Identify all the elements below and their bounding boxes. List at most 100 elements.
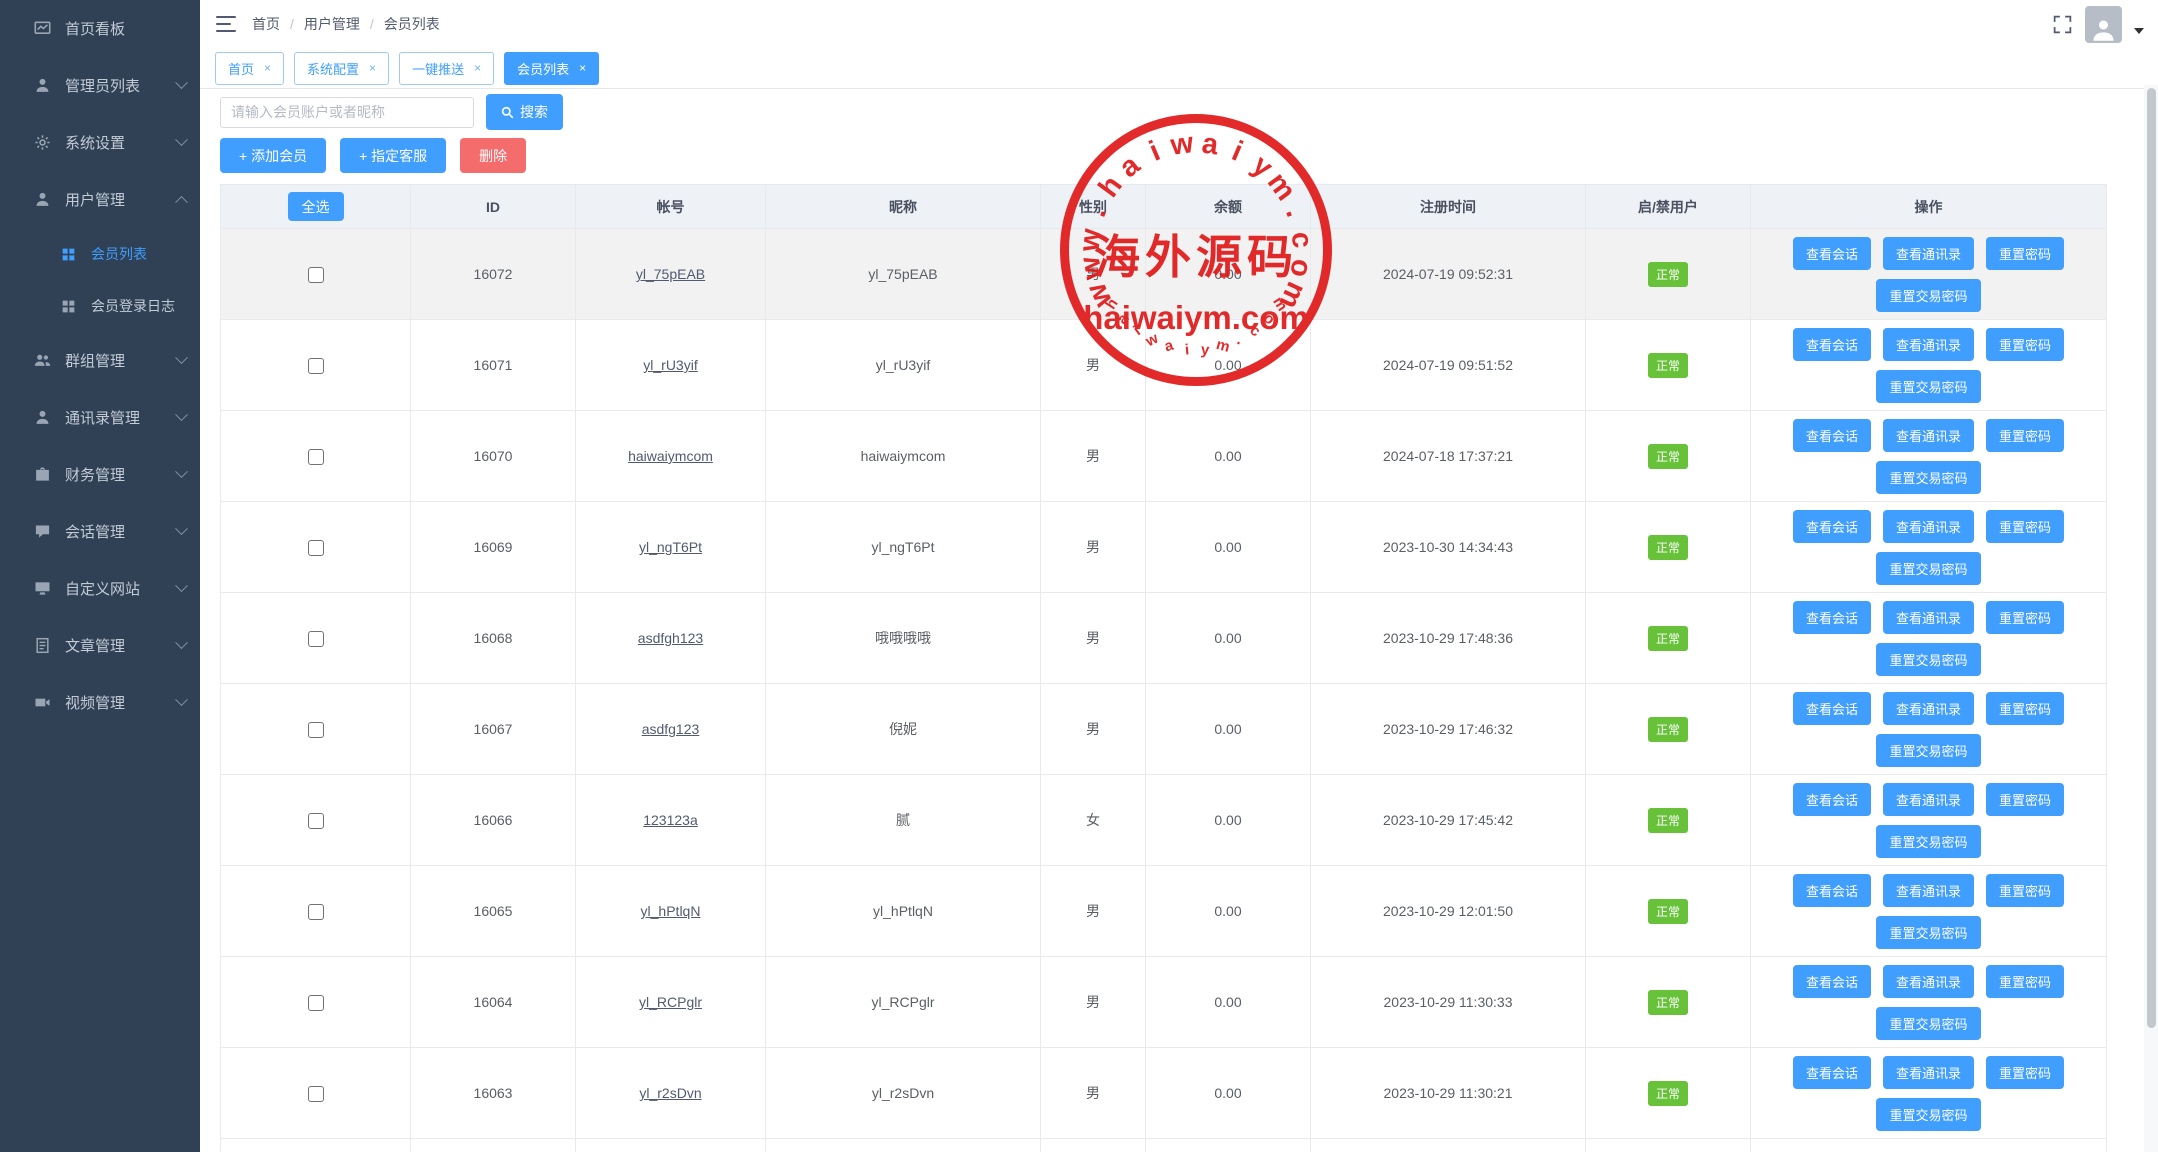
member-row: 16064yl_RCPglryl_RCPglr男0.002023-10-29 1… [221,957,2107,1048]
sidebar-item[interactable]: 视频管理 [0,674,200,731]
sidebar-item[interactable]: 财务管理 [0,446,200,503]
tab-member-list[interactable]: 会员列表× [504,52,599,85]
row-checkbox[interactable] [308,1086,324,1102]
row-checkbox[interactable] [308,722,324,738]
view-session-button[interactable]: 查看会话 [1793,874,1871,907]
view-contacts-button[interactable]: 查看通讯录 [1883,874,1974,907]
reset-trade-password-button[interactable]: 重置交易密码 [1876,734,1980,767]
row-checkbox[interactable] [308,904,324,920]
tab-one-key-push[interactable]: 一键推送× [399,52,494,85]
reset-password-button[interactable]: 重置密码 [1986,1056,2064,1089]
sidebar-item[interactable]: 管理员列表 [0,57,200,114]
reset-password-button[interactable]: 重置密码 [1986,874,2064,907]
account-link[interactable]: yl_75pEAB [636,266,705,282]
reset-password-button[interactable]: 重置密码 [1986,783,2064,816]
user-avatar[interactable] [2085,6,2122,43]
reset-trade-password-button[interactable]: 重置交易密码 [1876,916,1980,949]
account-link[interactable]: yl_hPtlqN [641,903,701,919]
view-session-button[interactable]: 查看会话 [1793,965,1871,998]
row-checkbox[interactable] [308,540,324,556]
reset-password-button[interactable]: 重置密码 [1986,510,2064,543]
sidebar-subitem[interactable]: 会员列表 [0,228,200,280]
view-session-button[interactable]: 查看会话 [1793,510,1871,543]
reset-password-button[interactable]: 重置密码 [1986,692,2064,725]
add-member-button[interactable]: + 添加会员 [220,138,326,173]
breadcrumb-user-management[interactable]: 用户管理 [304,14,360,34]
view-session-button[interactable]: 查看会话 [1793,237,1871,270]
account-link[interactable]: 123123a [643,812,698,828]
reset-password-button[interactable]: 重置密码 [1986,965,2064,998]
breadcrumb-member-list[interactable]: 会员列表 [384,14,440,34]
reset-trade-password-button[interactable]: 重置交易密码 [1876,643,1980,676]
assign-service-button[interactable]: + 指定客服 [340,138,446,173]
row-checkbox[interactable] [308,631,324,647]
member-gender: 男 [1041,593,1146,684]
sidebar-item[interactable]: 通讯录管理 [0,389,200,446]
reset-trade-password-button[interactable]: 重置交易密码 [1876,552,1980,585]
view-session-button[interactable]: 查看会话 [1793,601,1871,634]
row-checkbox[interactable] [308,995,324,1011]
tab-system-config[interactable]: 系统配置× [294,52,389,85]
view-contacts-button[interactable]: 查看通讯录 [1883,510,1974,543]
sidebar-item[interactable]: 群组管理 [0,332,200,389]
sidebar-item-label: 通讯录管理 [65,407,140,428]
sidebar-subitem[interactable]: 会员登录日志 [0,280,200,332]
account-link[interactable]: yl_ngT6Pt [639,539,702,555]
reset-trade-password-button[interactable]: 重置交易密码 [1876,461,1980,494]
view-contacts-button[interactable]: 查看通讯录 [1883,419,1974,452]
account-link[interactable]: asdfgh123 [638,630,703,646]
view-contacts-button[interactable]: 查看通讯录 [1883,965,1974,998]
view-session-button[interactable]: 查看会话 [1793,692,1871,725]
sidebar-item[interactable]: 会话管理 [0,503,200,560]
reset-trade-password-button[interactable]: 重置交易密码 [1876,279,1980,312]
sidebar-item[interactable]: 系统设置 [0,114,200,171]
hamburger-menu-icon[interactable] [216,16,236,32]
member-nickname: yl_RCPglr [766,957,1041,1048]
reset-trade-password-button[interactable]: 重置交易密码 [1876,1007,1980,1040]
row-checkbox[interactable] [308,267,324,283]
sidebar-item[interactable]: 文章管理 [0,617,200,674]
account-link[interactable]: haiwaiymcom [628,448,713,464]
sidebar-item[interactable]: 用户管理 [0,171,200,228]
row-checkbox[interactable] [308,813,324,829]
reset-password-button[interactable]: 重置密码 [1986,237,2064,270]
sidebar-item[interactable]: 首页看板 [0,0,200,57]
search-button[interactable]: 搜索 [486,94,563,130]
reset-trade-password-button[interactable]: 重置交易密码 [1876,370,1980,403]
view-session-button[interactable]: 查看会话 [1793,1056,1871,1089]
reset-password-button[interactable]: 重置密码 [1986,419,2064,452]
view-session-button[interactable]: 查看会话 [1793,419,1871,452]
tab-close-icon[interactable]: × [474,62,481,74]
breadcrumb-home[interactable]: 首页 [252,14,280,34]
tab-home[interactable]: 首页× [215,52,284,85]
sidebar-item[interactable]: 自定义网站 [0,560,200,617]
account-link[interactable]: asdfg123 [642,721,700,737]
reset-trade-password-button[interactable]: 重置交易密码 [1876,825,1980,858]
view-contacts-button[interactable]: 查看通讯录 [1883,601,1974,634]
account-link[interactable]: yl_RCPglr [639,994,702,1010]
view-session-button[interactable]: 查看会话 [1793,783,1871,816]
account-link[interactable]: yl_r2sDvn [639,1085,701,1101]
reset-trade-password-button[interactable]: 重置交易密码 [1876,1098,1980,1131]
delete-button[interactable]: 删除 [460,138,526,173]
fullscreen-icon[interactable] [2052,14,2073,35]
tab-close-icon[interactable]: × [579,62,586,74]
view-session-button[interactable]: 查看会话 [1793,328,1871,361]
member-search-input[interactable] [220,97,474,128]
tab-close-icon[interactable]: × [264,62,271,74]
view-contacts-button[interactable]: 查看通讯录 [1883,328,1974,361]
account-link[interactable]: yl_rU3yif [643,357,697,373]
scrollbar-thumb[interactable] [2147,88,2156,1028]
vertical-scrollbar[interactable] [2144,85,2158,1152]
row-checkbox[interactable] [308,358,324,374]
view-contacts-button[interactable]: 查看通讯录 [1883,237,1974,270]
row-checkbox[interactable] [308,449,324,465]
reset-password-button[interactable]: 重置密码 [1986,601,2064,634]
view-contacts-button[interactable]: 查看通讯录 [1883,692,1974,725]
select-all-button[interactable]: 全选 [288,192,344,221]
tab-close-icon[interactable]: × [369,62,376,74]
reset-password-button[interactable]: 重置密码 [1986,328,2064,361]
view-contacts-button[interactable]: 查看通讯录 [1883,783,1974,816]
view-contacts-button[interactable]: 查看通讯录 [1883,1056,1974,1089]
user-menu-caret-icon[interactable] [2134,28,2144,34]
